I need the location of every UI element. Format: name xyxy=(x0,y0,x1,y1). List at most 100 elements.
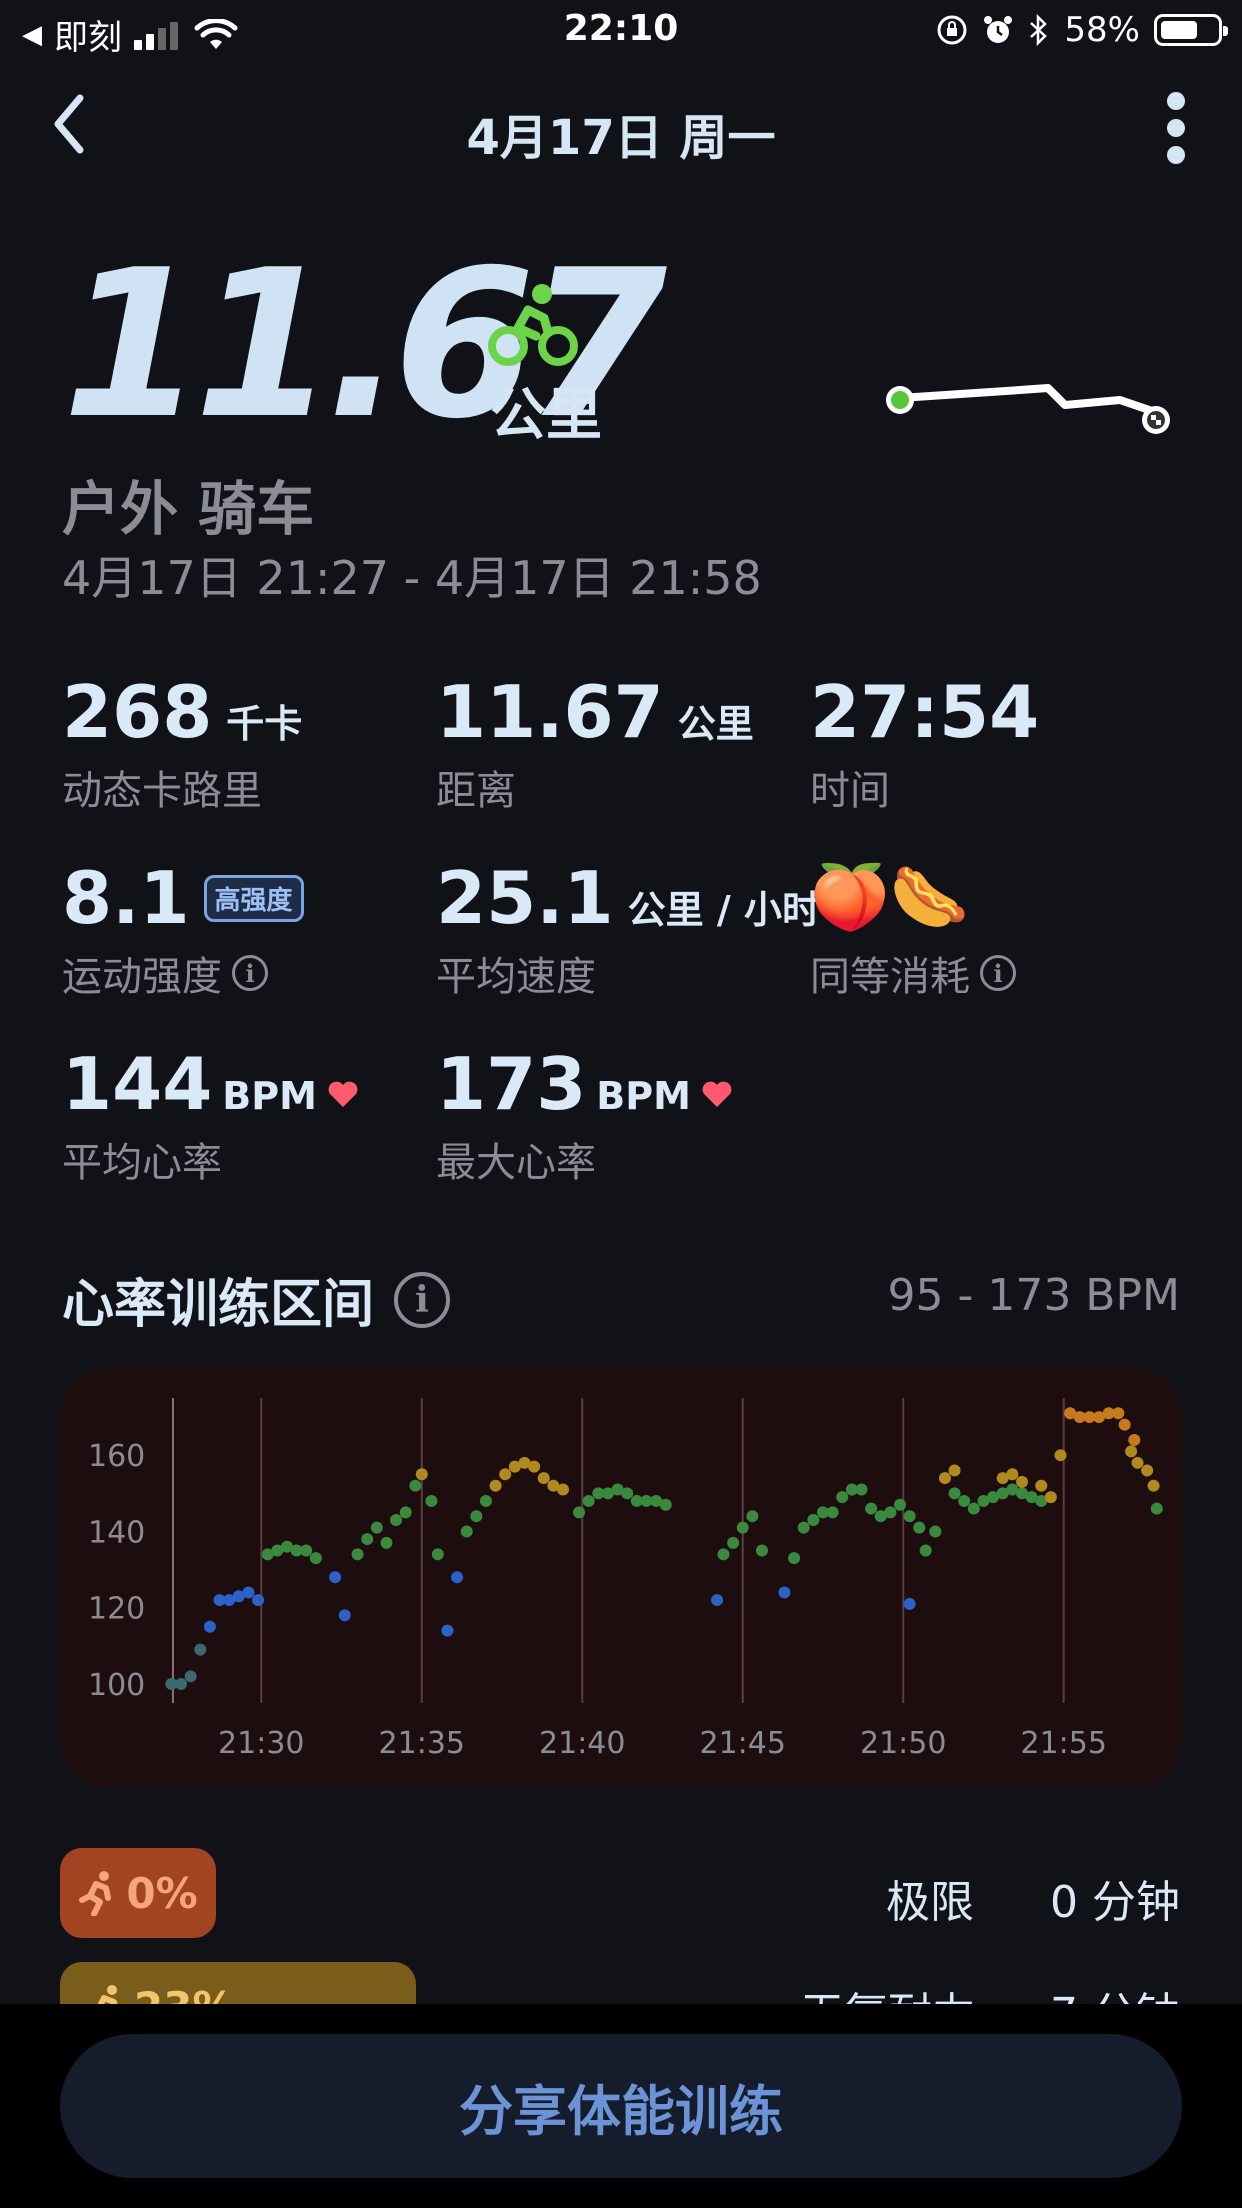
intensity-value: 8.1 xyxy=(62,856,190,940)
chart-point-blue xyxy=(778,1586,791,1599)
chart-point-green xyxy=(370,1521,383,1534)
chart-point-orange xyxy=(1112,1407,1125,1420)
chart-x-tick-label: 21:50 xyxy=(860,1726,946,1761)
intensity-info-icon[interactable]: i xyxy=(232,955,268,991)
chart-y-tick-label: 140 xyxy=(88,1515,145,1550)
speed-label: 平均速度 xyxy=(436,954,596,1000)
chart-point-green xyxy=(746,1510,759,1523)
chart-point-yellow xyxy=(1141,1464,1154,1477)
avg-hr-unit: BPM xyxy=(222,1074,317,1118)
chart-point-blue xyxy=(903,1597,916,1610)
max-hr-unit: BPM xyxy=(596,1074,691,1118)
chart-point-green xyxy=(894,1498,907,1511)
chart-point-green xyxy=(855,1483,868,1496)
chart-point-yellow xyxy=(938,1472,951,1485)
chart-point-blue xyxy=(451,1571,464,1584)
food-info-icon[interactable]: i xyxy=(980,955,1016,991)
chart-point-yellow xyxy=(1147,1479,1160,1492)
chart-point-green xyxy=(903,1510,916,1523)
chart-point-yellow xyxy=(537,1472,550,1485)
duration-value: 27:54 xyxy=(810,670,1040,754)
cycling-icon xyxy=(488,284,578,366)
stat-max-heart-rate: 173 BPM 最大心率 xyxy=(436,1044,733,1188)
speed-value: 25.1 xyxy=(436,856,614,940)
status-right: 58% xyxy=(936,10,1228,50)
stat-intensity: 8.1 高强度 运动强度 i xyxy=(62,858,304,1002)
hr-range: 95 - 173 BPM xyxy=(887,1270,1181,1321)
chart-y-tick-label: 120 xyxy=(88,1592,145,1627)
heart-rate-chart: 21:30 21:35 21:40 21:45 21:50 21:55 100 120 140 1… xyxy=(60,1368,1182,1788)
chart-point-green xyxy=(807,1514,820,1526)
chart-point-green xyxy=(431,1548,444,1561)
chart-point-yellow xyxy=(1035,1479,1048,1492)
chart-point-yellow xyxy=(1131,1456,1144,1469)
chart-point-green xyxy=(788,1552,801,1565)
chart-point-green xyxy=(967,1502,980,1515)
hero-distance-unit: 公里 xyxy=(490,383,602,448)
chart-point-green xyxy=(929,1525,942,1538)
chart-point-green xyxy=(309,1552,322,1565)
chart-point-yellow xyxy=(528,1460,541,1473)
running-icon xyxy=(79,1871,112,1916)
chart-point-green xyxy=(826,1506,839,1519)
chart-x-tick-label: 21:30 xyxy=(218,1726,304,1761)
zone-peak-pill: 0% xyxy=(60,1848,216,1938)
chart-point-green xyxy=(884,1506,897,1519)
more-options-icon[interactable] xyxy=(1150,88,1202,168)
chart-point-green xyxy=(865,1502,878,1515)
route-map-thumbnail[interactable] xyxy=(870,360,1190,450)
food-equivalent-icons: 🍑🌭 xyxy=(810,861,970,935)
max-hr-label: 最大心率 xyxy=(436,1140,596,1186)
chart-point-green xyxy=(659,1498,672,1511)
heart-icon xyxy=(702,1081,732,1107)
speed-unit: 公里 / 小时 xyxy=(627,888,820,932)
share-workout-button[interactable]: 分享体能训练 xyxy=(60,2034,1182,2178)
food-equivalent-label: 同等消耗 xyxy=(810,954,970,1000)
chart-point-green xyxy=(736,1521,749,1534)
zone-peak-duration: 0 分钟 xyxy=(1050,1877,1180,1928)
hr-zones-info-icon[interactable]: i xyxy=(394,1271,451,1328)
chart-point-green xyxy=(300,1544,313,1557)
battery-percent: 58% xyxy=(1064,10,1140,50)
chart-point-green xyxy=(727,1536,740,1549)
alarm-icon xyxy=(984,16,1013,43)
chart-x-tick-label: 21:55 xyxy=(1020,1726,1106,1761)
chart-point-yellow xyxy=(1125,1445,1138,1458)
chart-point-green xyxy=(958,1494,971,1507)
chart-point-green xyxy=(380,1536,393,1549)
hr-zones-title: 心率训练区间 i xyxy=(62,1262,451,1337)
chart-point-green xyxy=(409,1479,422,1492)
chart-point-green xyxy=(913,1521,926,1534)
chart-point-blue xyxy=(441,1624,454,1637)
heart-rate-scatter-plot: 21:30 21:35 21:40 21:45 21:50 21:55 100 120 140 1… xyxy=(88,1398,1163,1761)
chart-point-yellow xyxy=(948,1464,961,1477)
chart-point-green xyxy=(948,1487,961,1500)
chart-y-tick-label: 160 xyxy=(88,1439,145,1474)
chart-point-teal xyxy=(175,1677,188,1690)
chart-point-blue xyxy=(338,1609,351,1622)
stat-duration: 27:54 时间 xyxy=(810,672,1039,816)
distance-label: 距离 xyxy=(436,768,516,814)
chart-point-blue xyxy=(203,1620,216,1633)
chart-point-green xyxy=(756,1544,768,1557)
chart-point-yellow xyxy=(1006,1468,1019,1481)
chart-point-yellow xyxy=(557,1483,569,1496)
calories-value: 268 xyxy=(62,670,213,754)
chart-x-tick-label: 21:40 xyxy=(539,1726,625,1761)
chart-point-green xyxy=(1150,1502,1163,1515)
chart-y-tick-label: 100 xyxy=(88,1668,145,1703)
avg-hr-value: 144 xyxy=(62,1042,213,1126)
chart-point-green xyxy=(479,1494,492,1507)
duration-label: 时间 xyxy=(810,768,890,814)
chart-point-yellow xyxy=(415,1468,428,1481)
chart-point-yellow xyxy=(1015,1475,1028,1488)
chart-point-yellow xyxy=(1044,1491,1057,1504)
hr-zones-title-text: 心率训练区间 xyxy=(62,1275,375,1335)
chart-point-teal xyxy=(184,1670,197,1683)
intensity-label: 运动强度 xyxy=(62,954,222,1000)
activity-name: 户外 骑车 xyxy=(62,475,315,543)
chart-point-green xyxy=(573,1506,586,1519)
chart-point-blue xyxy=(252,1594,265,1607)
status-bar: ◀ 即刻 22:10 58% xyxy=(0,0,1242,62)
chart-point-green xyxy=(460,1525,473,1538)
